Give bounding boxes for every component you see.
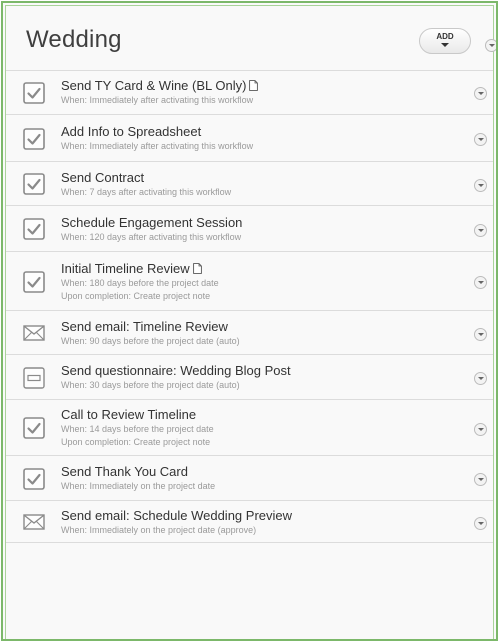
step-options-icon[interactable] (474, 423, 487, 436)
workflow-step-when: When: Immediately on the project date (a… (61, 525, 257, 535)
envelope-icon (23, 322, 45, 344)
step-options-icon[interactable] (474, 517, 487, 530)
workflow-step-text: Initial Timeline Review When: 180 days be… (61, 261, 219, 303)
checkbox-icon (23, 417, 45, 439)
workflow-step-name-text: Initial Timeline Review (61, 261, 190, 276)
workflow-step-name: Send email: Schedule Wedding Preview (61, 508, 292, 524)
workflow-step-row[interactable]: Send Contract When: 7 days after activati… (6, 162, 493, 206)
workflow-step-row[interactable]: Send email: Schedule Wedding Preview When… (6, 501, 493, 543)
workflow-step-name: Send questionnaire: Wedding Blog Post (61, 363, 291, 379)
workflow-step-name-text: Add Info to Spreadsheet (61, 124, 202, 139)
workflow-step-text: Send TY Card & Wine (BL Only) When: Immed… (61, 78, 259, 107)
workflow-step-row[interactable]: Send TY Card & Wine (BL Only) When: Immed… (6, 70, 493, 115)
workflow-step-name-text: Send email: Timeline Review (61, 319, 228, 334)
step-options-icon[interactable] (474, 328, 487, 341)
step-options-icon[interactable] (474, 133, 487, 146)
checkbox-icon (23, 218, 45, 240)
workflow-step-name: Send TY Card & Wine (BL Only) (61, 78, 259, 94)
add-button-label: ADD (436, 32, 454, 41)
workflow-step-name: Send Thank You Card (61, 464, 215, 480)
checkbox-icon (23, 271, 45, 293)
step-options-icon[interactable] (474, 179, 487, 192)
workflow-step-name-text: Send questionnaire: Wedding Blog Post (61, 363, 291, 378)
workflow-step-row[interactable]: Initial Timeline Review When: 180 days be… (6, 252, 493, 311)
document-icon (192, 263, 202, 274)
workflow-step-name-text: Send email: Schedule Wedding Preview (61, 508, 293, 523)
workflow-step-when: When: 30 days before the project date (a… (61, 380, 240, 390)
step-options-icon[interactable] (474, 224, 487, 237)
workflow-step-completion: Upon completion: Create project note (61, 291, 211, 301)
workflow-step-when: When: Immediately after activating this … (61, 95, 254, 105)
workflow-step-text: Send questionnaire: Wedding Blog Post Whe… (61, 363, 291, 392)
workflow-step-name: Initial Timeline Review (61, 261, 219, 277)
workflow-step-name-text: Call to Review Timeline (61, 407, 197, 422)
workflow-step-name: Send email: Timeline Review (61, 319, 240, 335)
workflow-step-when: When: 14 days before the project date (61, 424, 214, 434)
workflow-step-when: When: 180 days before the project date (61, 278, 219, 288)
workflow-step-text: Send email: Timeline Review When: 90 days… (61, 319, 240, 348)
workflow-step-name-text: Send Contract (61, 170, 145, 185)
workflow-header: Wedding ADD (6, 6, 496, 71)
step-options-icon[interactable] (474, 276, 487, 289)
workflow-step-row[interactable]: Send email: Timeline Review When: 90 days… (6, 311, 493, 355)
workflow-step-name-text: Send TY Card & Wine (BL Only) (61, 78, 247, 93)
workflow-step-list: Send TY Card & Wine (BL Only) When: Immed… (6, 70, 493, 543)
workflow-step-name: Add Info to Spreadsheet (61, 124, 253, 140)
step-options-icon[interactable] (474, 473, 487, 486)
questionnaire-icon (23, 367, 45, 389)
chevron-down-icon (441, 43, 449, 47)
workflow-panel-inner: Wedding ADD Send TY Card & Wine (BL Only… (5, 5, 496, 639)
workflow-step-row[interactable]: Add Info to Spreadsheet When: Immediately… (6, 115, 493, 162)
workflow-step-row[interactable]: Schedule Engagement Session When: 120 day… (6, 206, 493, 252)
checkbox-icon (23, 128, 45, 150)
workflow-step-name: Call to Review Timeline (61, 407, 214, 423)
checkbox-icon (23, 173, 45, 195)
workflow-step-row[interactable]: Send questionnaire: Wedding Blog Post Whe… (6, 355, 493, 400)
add-button[interactable]: ADD (419, 28, 471, 54)
workflow-step-row[interactable]: Call to Review Timeline When: 14 days bef… (6, 400, 493, 456)
workflow-panel: Wedding ADD Send TY Card & Wine (BL Only… (1, 1, 498, 641)
step-options-icon[interactable] (474, 372, 487, 385)
checkbox-icon (23, 82, 45, 104)
workflow-step-name-text: Schedule Engagement Session (61, 215, 243, 230)
checkbox-icon (23, 468, 45, 490)
workflow-step-text: Send Thank You Card When: Immediately on … (61, 464, 215, 493)
workflow-step-text: Send email: Schedule Wedding Preview When… (61, 508, 292, 537)
workflow-step-name-text: Send Thank You Card (61, 464, 188, 479)
document-icon (249, 80, 259, 91)
workflow-step-text: Add Info to Spreadsheet When: Immediately… (61, 124, 253, 153)
workflow-title: Wedding (26, 26, 122, 53)
workflow-step-text: Send Contract When: 7 days after activati… (61, 170, 231, 199)
workflow-step-when: When: 7 days after activating this workf… (61, 187, 232, 197)
workflow-step-name: Send Contract (61, 170, 231, 186)
step-options-icon[interactable] (474, 87, 487, 100)
workflow-step-completion: Upon completion: Create project note (61, 437, 211, 447)
workflow-step-text: Schedule Engagement Session When: 120 day… (61, 215, 242, 244)
workflow-step-when: When: 90 days before the project date (a… (61, 336, 240, 346)
workflow-step-text: Call to Review Timeline When: 14 days bef… (61, 407, 214, 449)
workflow-step-when: When: 120 days after activating this wor… (61, 232, 242, 242)
header-options-icon[interactable] (485, 39, 496, 52)
workflow-step-row[interactable]: Send Thank You Card When: Immediately on … (6, 456, 493, 501)
envelope-icon (23, 511, 45, 533)
workflow-step-when: When: Immediately after activating this … (61, 141, 254, 151)
workflow-step-when: When: Immediately on the project date (61, 481, 216, 491)
workflow-step-name: Schedule Engagement Session (61, 215, 242, 231)
